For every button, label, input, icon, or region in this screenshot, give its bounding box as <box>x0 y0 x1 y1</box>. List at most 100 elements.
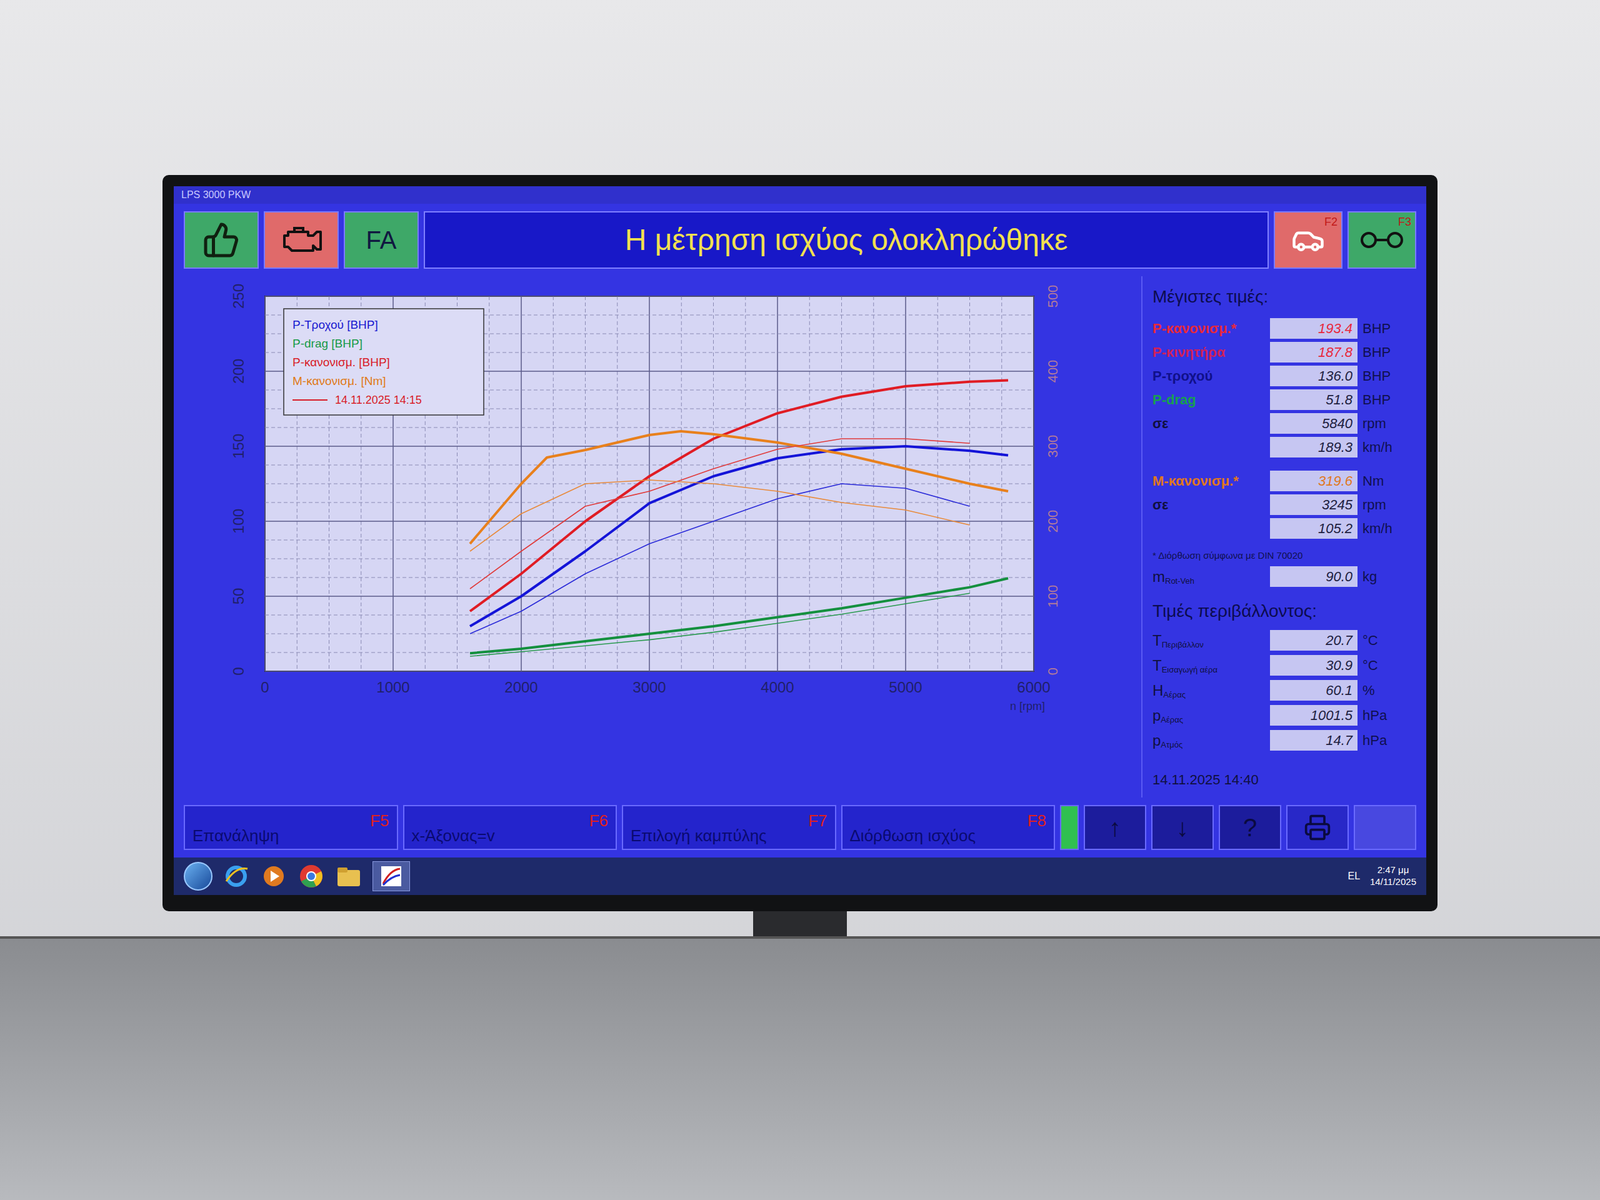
thumbs-up-icon <box>202 221 240 259</box>
lps-app-icon <box>380 865 403 888</box>
y-tick: 250 <box>230 283 247 309</box>
max-value-row: P-τροχού136.0BHP <box>1152 365 1417 387</box>
key-text: Επιλογή καμπύλης <box>630 825 767 847</box>
printer-icon <box>1303 813 1332 842</box>
function-key[interactable]: F7 Επιλογή καμπύλης <box>621 805 837 850</box>
ie-icon[interactable] <box>222 862 250 890</box>
row-unit: BHP <box>1362 341 1407 363</box>
y-tick: 0 <box>230 666 247 675</box>
function-key[interactable]: F6x-Άξονας=v <box>403 805 618 850</box>
nav-button[interactable]: ↑ <box>1083 805 1147 850</box>
max-value-row: P-κανονισμ.*193.4BHP <box>1152 317 1417 339</box>
row-value: 5840 <box>1270 413 1358 434</box>
blank-button[interactable] <box>1353 805 1417 850</box>
engine-button[interactable] <box>263 211 339 269</box>
power-chart: 0501001502002500100200300400500010002000… <box>183 281 1134 719</box>
row-label: P-κανονισμ.* <box>1152 318 1265 339</box>
media-player-icon[interactable] <box>260 862 288 890</box>
row-value: 51.8 <box>1270 389 1358 410</box>
legend-item: M-κανονισμ. [Nm] <box>292 374 387 388</box>
engine-icon <box>279 224 324 256</box>
y2-tick: 0 <box>1045 667 1061 675</box>
key-label: F2 <box>1324 213 1338 231</box>
row-label: mRot-Veh <box>1152 565 1265 589</box>
chrome-icon[interactable] <box>297 862 325 890</box>
y2-tick: 500 <box>1045 285 1061 309</box>
x-tick: 5000 <box>888 678 922 696</box>
env-row: HΑέρας60.1% <box>1152 679 1417 702</box>
row-value: 20.7 <box>1270 630 1358 651</box>
nav-button[interactable]: ↓ <box>1151 805 1214 850</box>
row-label: σε <box>1152 413 1265 434</box>
start-button[interactable] <box>183 861 213 891</box>
row-value: 60.1 <box>1270 680 1358 701</box>
row-value: 3245 <box>1270 494 1358 515</box>
y2-tick: 200 <box>1045 510 1061 534</box>
function-key[interactable]: F5Επανάληψη <box>183 805 399 850</box>
series-line <box>470 483 970 634</box>
vehicle-button[interactable]: F2 <box>1273 211 1343 269</box>
clock-date: 14/11/2025 <box>1370 876 1417 889</box>
x-tick: 6000 <box>1016 678 1050 696</box>
print-button[interactable] <box>1286 805 1349 850</box>
monitor: LPS 3000 PKWFAΗ μέτρηση ισχύος ολοκληρώθ… <box>162 175 1438 912</box>
max-value-row: σε3245rpm <box>1152 493 1417 515</box>
row-value: 189.3 <box>1270 436 1358 458</box>
function-key-bar: F5ΕπανάληψηF6x-Άξονας=v F7 Επιλογή καμπύλη… <box>173 797 1427 858</box>
max-value-row: 189.3km/h <box>1152 436 1417 458</box>
language-indicator[interactable]: EL <box>1347 868 1360 884</box>
environment-title: Τιμές περιβάλλοντος: <box>1152 598 1417 625</box>
y-tick: 100 <box>230 508 247 534</box>
x-tick: 2000 <box>504 678 538 696</box>
row-unit: BHP <box>1362 365 1407 387</box>
y2-tick: 300 <box>1045 435 1061 459</box>
function-key[interactable]: F8Διόρθωση ισχύος <box>841 805 1056 850</box>
values-panel: Μέγιστες τιμές: P-κανονισμ.*193.4BHPP-κιν… <box>1141 276 1417 798</box>
clock-time: 2:47 μμ <box>1377 864 1410 877</box>
taskbar: EL 2:47 μμ14/11/2025 <box>173 857 1427 895</box>
axle-button[interactable]: F3 <box>1347 211 1417 269</box>
car-icon <box>1291 223 1325 257</box>
row-label: TΕισαγωγή αέρα <box>1152 654 1265 677</box>
row-unit: kg <box>1362 566 1407 587</box>
row-label: HΑέρας <box>1152 679 1265 702</box>
row-value: 14.7 <box>1270 730 1358 751</box>
nav-button[interactable]: ? <box>1218 805 1282 850</box>
row-label: P-τροχού <box>1152 365 1265 387</box>
plot-area <box>265 296 1034 672</box>
chart-legend: P-Τροχού [BHP]P-drag [BHP]P-κανονισμ. [B… <box>283 308 484 415</box>
x-tick: 4000 <box>760 678 794 696</box>
y-tick: 50 <box>230 588 247 605</box>
screen: LPS 3000 PKWFAΗ μέτρηση ισχύος ολοκληρώθ… <box>173 186 1427 895</box>
desk-unit <box>0 936 1600 1200</box>
row-unit: BHP <box>1362 318 1407 339</box>
key-text: Επανάληψη <box>192 825 279 847</box>
row-unit: % <box>1362 680 1407 701</box>
toolbar: FAΗ μέτρηση ισχύος ολοκληρώθηκεF2F3 <box>173 203 1427 277</box>
row-unit: Nm <box>1362 470 1407 492</box>
env-row: TΕισαγωγή αέρα30.9°C <box>1152 654 1417 677</box>
clock[interactable]: 2:47 μμ14/11/2025 <box>1370 864 1417 889</box>
y-tick: 200 <box>230 358 247 384</box>
row-unit: hPa <box>1362 705 1407 726</box>
folder-icon[interactable] <box>335 862 363 890</box>
row-label: TΠεριβάλλον <box>1152 629 1265 652</box>
row-value: 90.0 <box>1270 566 1358 587</box>
timestamp: 14.11.2025 14:40 <box>1152 769 1417 790</box>
max-value-row: σε5840rpm <box>1152 412 1417 434</box>
series-line <box>470 593 970 657</box>
ok-button[interactable] <box>183 211 259 269</box>
key-label: F7 <box>808 808 827 834</box>
din-note: * Διόρθωση σύμφωνα με DIN 70020 <box>1152 548 1417 564</box>
title-bar: LPS 3000 PKW <box>173 186 1427 204</box>
row-label: P-κινητήρα <box>1152 341 1265 363</box>
row-label: σε <box>1152 494 1265 515</box>
row-label: pΑτμός <box>1152 729 1265 752</box>
row-label: pΑέρας <box>1152 704 1265 727</box>
max-value-row: M-κανονισμ.*319.6Nm <box>1152 470 1417 492</box>
lps-app-button[interactable] <box>372 861 410 892</box>
row-label: P-drag <box>1152 389 1265 410</box>
max-values-title: Μέγιστες τιμές: <box>1152 283 1417 310</box>
row-value: 105.2 <box>1270 518 1358 539</box>
row-value: 187.8 <box>1270 341 1358 363</box>
